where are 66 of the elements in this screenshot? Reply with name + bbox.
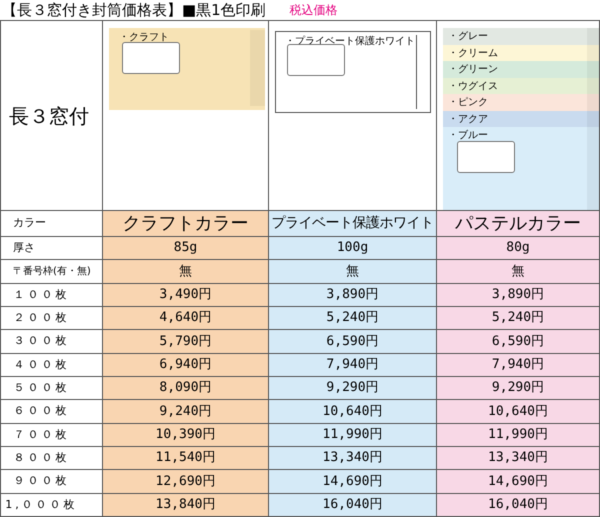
band-label: ・グレー [448,30,488,44]
table-cell: 6,590円 [437,330,599,353]
row-label: カラー [13,215,46,232]
column-header: パステルカラー [437,211,599,236]
row-label: ８００枚 [14,450,70,466]
table-cell: 13,340円 [269,447,436,470]
table-cell: 9,290円 [269,377,436,400]
table-cell: 5,240円 [269,307,436,330]
band-label: ・ブルー [448,128,488,143]
table-cell: 11,990円 [437,424,599,446]
row-label: 1,０００枚 [5,496,78,513]
table-cell: 無 [437,260,599,283]
table-cell: 13,840円 [103,494,268,516]
table-cell: 7,940円 [437,354,599,376]
row-label: ４００枚 [14,356,70,373]
envelope-window [122,42,180,74]
band-label: ・ピンク [448,96,488,110]
page-title: 【長３窓付き封筒価格表】■黒1色印刷 [2,0,266,21]
envelope-window [457,141,515,173]
row-label: ３００枚 [14,333,70,350]
tax-note: 税込価格 [290,2,338,19]
table-cell: 3,890円 [437,284,599,306]
band-label: ・クリーム [448,46,498,60]
table-cell: 7,940円 [269,354,436,376]
row-label: ９００枚 [14,473,70,490]
row-label: 〒番号枠(有・無) [13,264,91,279]
row-label: ６００枚 [14,403,70,420]
table-cell: 6,590円 [269,330,436,353]
column-header: プライベート保護ホワイト [269,211,436,236]
band-label: ・グリーン [448,63,498,77]
table-cell: 14,690円 [437,470,599,493]
row-label: ２００枚 [14,310,70,326]
table-cell: 5,240円 [437,307,599,330]
table-cell: 10,640円 [269,400,436,423]
row-label: ５００枚 [14,380,70,396]
table-cell: 16,040円 [437,494,599,516]
table-cell: 3,490円 [103,284,268,306]
table-cell: 13,340円 [437,447,599,470]
table-cell: 4,640円 [103,307,268,330]
envelope-window [287,44,345,76]
table-cell: 12,690円 [103,470,268,493]
table-cell: 10,640円 [437,400,599,423]
row-heading: 長３窓付 [9,102,89,130]
table-cell: 5,790円 [103,330,268,353]
column-header: クラフトカラー [103,211,268,236]
table-cell: 100g [269,237,436,260]
band-label: ・アクア [448,112,488,126]
table-cell: 11,540円 [103,447,268,470]
row-label: １００枚 [14,286,70,303]
table-cell: 85g [103,237,268,260]
table-cell: 10,390円 [103,424,268,446]
table-cell: 8,090円 [103,377,268,400]
table-cell: 無 [269,260,436,283]
table-cell: 無 [103,260,268,283]
table-cell: 9,240円 [103,400,268,423]
table-cell: 9,290円 [437,377,599,400]
table-cell: 16,040円 [269,494,436,516]
band-label: ・ウグイス [448,80,498,94]
table-cell: 80g [437,237,599,260]
envelope-label: ・クラフト [119,31,169,45]
table-cell: 6,940円 [103,354,268,376]
row-label: 厚さ [13,240,35,256]
table-cell: 14,690円 [269,470,436,493]
table-cell: 3,890円 [269,284,436,306]
table-cell: 11,990円 [269,424,436,446]
row-label: ７００枚 [14,426,70,443]
